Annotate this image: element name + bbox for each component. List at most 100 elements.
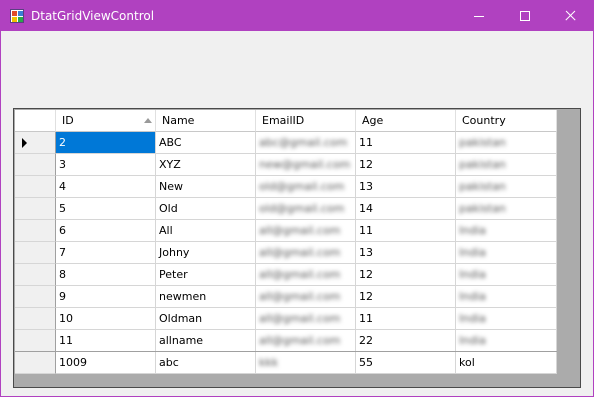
cell-country[interactable]: pakistan <box>456 132 557 154</box>
cell-email[interactable]: all@gmail.com <box>256 308 356 330</box>
data-grid-view[interactable]: ID Name EmailID Age Country 2 ABC abc@gm… <box>13 108 581 388</box>
close-button[interactable] <box>547 1 593 31</box>
cell-country[interactable]: India <box>456 264 557 286</box>
row-header[interactable] <box>15 308 56 330</box>
column-header-label: EmailID <box>262 114 305 127</box>
cell-country[interactable]: India <box>456 220 557 242</box>
country-text: India <box>459 334 486 347</box>
column-header-country[interactable]: Country <box>456 110 557 132</box>
minimize-button[interactable] <box>456 1 502 31</box>
email-text: all@gmail.com <box>259 312 341 325</box>
cell-email[interactable]: all@gmail.com <box>256 220 356 242</box>
cell-email[interactable]: old@gmail.com <box>256 176 356 198</box>
table-row[interactable]: 5 Old old@gmail.com 14 pakistan <box>15 198 557 220</box>
cell-age[interactable]: 14 <box>356 198 456 220</box>
cell-age[interactable]: 13 <box>356 176 456 198</box>
cell-id[interactable]: 10 <box>56 308 156 330</box>
table-row[interactable]: 3 XYZ new@gmail.com 12 pakistan <box>15 154 557 176</box>
cell-name[interactable]: ABC <box>156 132 256 154</box>
table-row[interactable]: 11 allname all@gmail.com 22 India <box>15 330 557 352</box>
table-row[interactable]: 1009 abc kkk 55 kol <box>15 352 557 374</box>
cell-id[interactable]: 11 <box>56 330 156 352</box>
cell-name[interactable]: allname <box>156 330 256 352</box>
app-icon[interactable] <box>10 9 24 23</box>
table-row[interactable]: 6 All all@gmail.com 11 India <box>15 220 557 242</box>
maximize-button[interactable] <box>502 1 548 31</box>
cell-email[interactable]: kkk <box>256 352 356 374</box>
cell-name[interactable]: Oldman <box>156 308 256 330</box>
column-header-emailid[interactable]: EmailID <box>256 110 356 132</box>
title-bar[interactable]: DtatGridViewControl <box>1 1 593 31</box>
cell-name[interactable]: abc <box>156 352 256 374</box>
table-row[interactable]: 8 Peter all@gmail.com 12 India <box>15 264 557 286</box>
cell-email[interactable]: all@gmail.com <box>256 264 356 286</box>
table-row[interactable]: 7 Johny all@gmail.com 13 India <box>15 242 557 264</box>
table-row[interactable]: 2 ABC abc@gmail.com 11 pakistan <box>15 132 557 154</box>
cell-name[interactable]: Peter <box>156 264 256 286</box>
cell-id[interactable]: 8 <box>56 264 156 286</box>
cell-age[interactable]: 13 <box>356 242 456 264</box>
column-header-label: Age <box>362 114 384 127</box>
cell-age[interactable]: 11 <box>356 132 456 154</box>
row-header[interactable] <box>15 286 56 308</box>
cell-country[interactable]: India <box>456 330 557 352</box>
cell-email[interactable]: all@gmail.com <box>256 242 356 264</box>
cell-id[interactable]: 1009 <box>56 352 156 374</box>
cell-country[interactable]: kol <box>456 352 557 374</box>
cell-id[interactable]: 4 <box>56 176 156 198</box>
cell-name[interactable]: New <box>156 176 256 198</box>
cell-id[interactable]: 5 <box>56 198 156 220</box>
cell-id[interactable]: 2 <box>56 132 156 154</box>
cell-age[interactable]: 12 <box>356 154 456 176</box>
email-text: new@gmail.com <box>259 158 351 171</box>
cell-age[interactable]: 11 <box>356 220 456 242</box>
cell-id[interactable]: 7 <box>56 242 156 264</box>
cell-country[interactable]: India <box>456 286 557 308</box>
cell-name[interactable]: All <box>156 220 256 242</box>
column-header-age[interactable]: Age <box>356 110 456 132</box>
row-header[interactable] <box>15 132 56 154</box>
cell-id[interactable]: 9 <box>56 286 156 308</box>
table-row[interactable]: 9 newmen all@gmail.com 12 India <box>15 286 557 308</box>
cell-name[interactable]: Johny <box>156 242 256 264</box>
cell-email[interactable]: new@gmail.com <box>256 154 356 176</box>
cell-email[interactable]: all@gmail.com <box>256 330 356 352</box>
cell-country[interactable]: pakistan <box>456 176 557 198</box>
cell-country[interactable]: pakistan <box>456 154 557 176</box>
cell-id[interactable]: 3 <box>56 154 156 176</box>
grid-header-row: ID Name EmailID Age Country <box>15 110 557 132</box>
row-header[interactable] <box>15 330 56 352</box>
cell-age[interactable]: 12 <box>356 264 456 286</box>
top-left-header-cell[interactable] <box>15 110 56 132</box>
cell-email[interactable]: old@gmail.com <box>256 198 356 220</box>
cell-country[interactable]: pakistan <box>456 198 557 220</box>
cell-name[interactable]: XYZ <box>156 154 256 176</box>
row-header[interactable] <box>15 242 56 264</box>
column-header-name[interactable]: Name <box>156 110 256 132</box>
row-header[interactable] <box>15 154 56 176</box>
cell-country[interactable]: India <box>456 242 557 264</box>
cell-country[interactable]: India <box>456 308 557 330</box>
column-header-label: Name <box>162 114 195 127</box>
cell-age[interactable]: 22 <box>356 330 456 352</box>
cell-name[interactable]: newmen <box>156 286 256 308</box>
cell-email[interactable]: abc@gmail.com <box>256 132 356 154</box>
table-row[interactable]: 10 Oldman all@gmail.com 11 India <box>15 308 557 330</box>
row-header[interactable] <box>15 220 56 242</box>
cell-id[interactable]: 6 <box>56 220 156 242</box>
row-header[interactable] <box>15 198 56 220</box>
table-row[interactable]: 4 New old@gmail.com 13 pakistan <box>15 176 557 198</box>
cell-age[interactable]: 55 <box>356 352 456 374</box>
row-header[interactable] <box>15 264 56 286</box>
cell-age[interactable]: 12 <box>356 286 456 308</box>
cell-name[interactable]: Old <box>156 198 256 220</box>
row-header[interactable] <box>15 352 56 374</box>
row-header[interactable] <box>15 176 56 198</box>
country-text: pakistan <box>459 180 506 193</box>
cell-age[interactable]: 11 <box>356 308 456 330</box>
grid-content: ID Name EmailID Age Country 2 ABC abc@gm… <box>15 110 557 374</box>
column-header-id[interactable]: ID <box>56 110 156 132</box>
email-text: abc@gmail.com <box>259 136 348 149</box>
cell-email[interactable]: all@gmail.com <box>256 286 356 308</box>
email-text: all@gmail.com <box>259 268 341 281</box>
